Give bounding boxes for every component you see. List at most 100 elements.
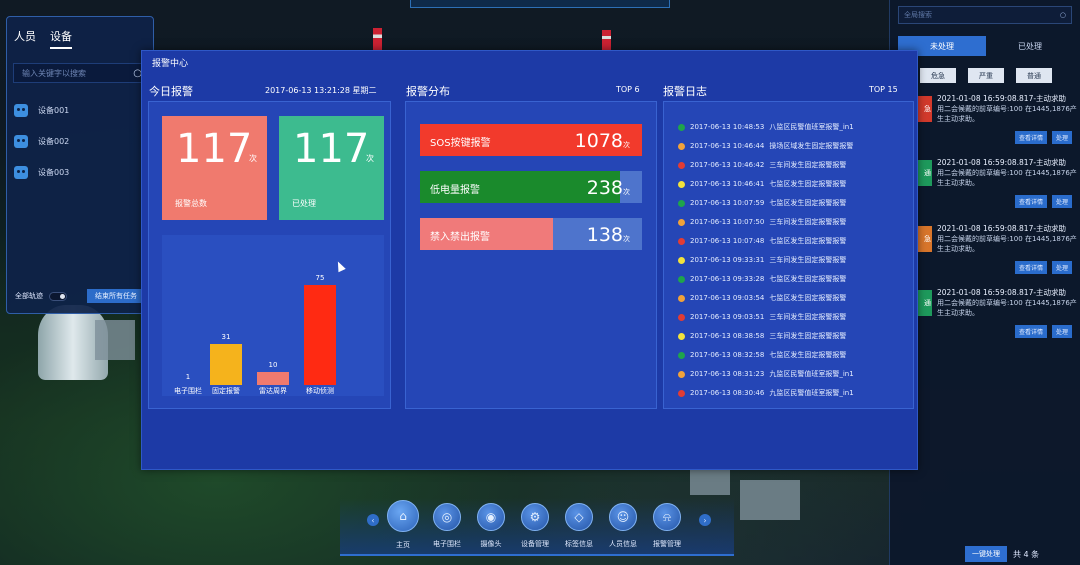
total-count: 共 4 条 [1013, 549, 1040, 559]
alarm-card-text: 2021-01-08 16:59:08.817-主动求助 用二会候戴的前草编号:… [937, 224, 1077, 254]
log-entry[interactable]: 2017-06-13 10:46:44 操场区域发生固定报警报警 [678, 141, 918, 151]
alarm-card-desc: 生主动求助。 [937, 179, 979, 187]
view-detail-button[interactable]: 查看详情 [1014, 325, 1047, 338]
alarm-card-text: 2021-01-08 16:59:08.817-主动求助 用二会候戴的前草编号:… [937, 158, 1077, 188]
log-entry[interactable]: 2017-06-13 09:33:31 三车间发生固定报警报警 [678, 255, 918, 265]
tab-processed[interactable]: 已处理 [986, 36, 1074, 56]
nav-prev-arrow[interactable]: ‹ [367, 514, 379, 526]
distribution-heading: 报警分布 [406, 85, 450, 98]
distribution-bar-label: 禁入禁出报警 [430, 232, 490, 243]
log-entry[interactable]: 2017-06-13 10:46:41 七监区发生固定报警报警 [678, 179, 918, 189]
alarm-card-desc: 用二会候戴的前草编号:100 在1445,1876产 [937, 105, 1077, 113]
log-entry[interactable]: 2017-06-13 10:46:42 三车间发生固定报警报警 [678, 160, 918, 170]
user-icon[interactable]: ☺ [609, 503, 637, 531]
nav-item[interactable]: ⌂ 主页 [387, 500, 419, 550]
nav-item[interactable]: ◉ 摄像头 [476, 503, 506, 550]
view-detail-button[interactable]: 查看详情 [1014, 131, 1047, 144]
device-item[interactable]: 设备002 [7, 126, 153, 157]
status-dot-icon [678, 199, 685, 207]
process-all-button[interactable]: 一键处理 [965, 546, 1007, 562]
handle-button[interactable]: 处理 [1051, 195, 1072, 208]
nav-item[interactable]: ⚙ 设备管理 [520, 503, 550, 550]
distribution-bar-label: 低电量报警 [430, 185, 480, 196]
handle-button[interactable]: 处理 [1051, 131, 1072, 144]
log-entry[interactable]: 2017-06-13 08:38:58 三车间发生固定报警报警 [678, 331, 918, 341]
alarm-card-text: 2021-01-08 16:59:08.817-主动求助 用二会候戴的前草编号:… [937, 94, 1077, 124]
log-time: 2017-06-13 09:33:31 [690, 256, 765, 264]
nav-item[interactable]: ◇ 标签信息 [564, 503, 594, 550]
filter-critical[interactable]: 危急 [920, 68, 956, 83]
target-icon[interactable]: ◎ [433, 503, 461, 531]
alarm-level-badge: 通 [918, 160, 932, 186]
log-entry[interactable]: 2017-06-13 10:07:59 七监区发生固定报警报警 [678, 198, 918, 208]
alarm-handled-card: 117 次 已处理 [279, 116, 384, 220]
bell-icon[interactable]: ⍾ [653, 503, 681, 531]
log-entry[interactable]: 2017-06-13 10:48:53 八监区民警值班室报警_in1 [678, 122, 918, 132]
nav-item[interactable]: ⍾ 报警管理 [652, 503, 682, 550]
gear-icon[interactable]: ⚙ [521, 503, 549, 531]
status-dot-icon [678, 218, 685, 226]
log-entry[interactable]: 2017-06-13 08:32:58 七监区发生固定报警报警 [678, 350, 918, 360]
filter-normal[interactable]: 普通 [1016, 68, 1052, 83]
filter-severe[interactable]: 严重 [968, 68, 1004, 83]
robot-icon [14, 104, 28, 117]
log-entry[interactable]: 2017-06-13 09:03:51 三车间发生固定报警报警 [678, 312, 918, 322]
log-entry[interactable]: 2017-06-13 10:07:50 三车间发生固定报警报警 [678, 217, 918, 227]
view-detail-button[interactable]: 查看详情 [1014, 195, 1047, 208]
alarm-level-badge: 通 [918, 290, 932, 316]
log-text: 三车间发生固定报警报警 [769, 313, 847, 321]
status-dot-icon [678, 313, 685, 321]
log-text: 三车间发生固定报警报警 [769, 161, 847, 169]
log-entry[interactable]: 2017-06-13 08:31:23 九监区民警值班室报警_in1 [678, 369, 918, 379]
left-panel: 人员 设备 输入关键字以搜索 ○ 设备001 设备002 设备003 全部轨迹 … [6, 16, 154, 314]
bar-category-label: 固定报警 [212, 387, 240, 395]
nav-item[interactable]: ☺ 人员信息 [608, 503, 638, 550]
bar-category-label: 移动侦测 [306, 387, 334, 395]
camera-icon[interactable]: ◉ [477, 503, 505, 531]
log-entry[interactable]: 2017-06-13 10:07:48 七监区发生固定报警报警 [678, 236, 918, 246]
global-search-input[interactable]: 全局搜索 ○ [898, 6, 1072, 24]
device-item[interactable]: 设备001 [7, 95, 153, 126]
log-text: 八监区民警值班室报警_in1 [769, 123, 854, 131]
home-icon[interactable]: ⌂ [387, 500, 419, 532]
status-dot-icon [678, 294, 685, 302]
log-entry[interactable]: 2017-06-13 09:03:54 七监区发生固定报警报警 [678, 293, 918, 303]
tab-personnel[interactable]: 人员 [14, 28, 36, 49]
status-dot-icon [678, 351, 685, 359]
nav-label: 报警管理 [653, 540, 681, 548]
device-item[interactable]: 设备003 [7, 157, 153, 188]
distribution-top: TOP 6 [616, 85, 640, 94]
nav-item[interactable]: ◎ 电子围栏 [432, 503, 462, 550]
nav-label: 标签信息 [565, 540, 593, 548]
trajectory-toggle[interactable] [49, 291, 67, 301]
alarm-handled-value: 117 [293, 126, 370, 172]
alarm-card: 急 2021-01-08 16:59:08.817-主动求助 用二会候戴的前草编… [890, 94, 1080, 154]
handle-button[interactable]: 处理 [1051, 261, 1072, 274]
handle-button[interactable]: 处理 [1051, 325, 1072, 338]
log-time: 2017-06-13 10:46:44 [690, 142, 765, 150]
today-datetime: 2017-06-13 13:21:28 星期二 [265, 86, 377, 95]
device-label: 设备001 [38, 106, 70, 115]
tab-devices[interactable]: 设备 [50, 28, 72, 49]
view-detail-button[interactable]: 查看详情 [1014, 261, 1047, 274]
end-all-tasks-button[interactable]: 结束所有任务 [87, 289, 145, 303]
alarm-level-badge: 急 [918, 96, 932, 122]
building [95, 320, 135, 360]
log-top: TOP 15 [869, 85, 898, 94]
bar [257, 371, 289, 385]
status-dot-icon [678, 256, 685, 264]
log-time: 2017-06-13 09:03:54 [690, 294, 765, 302]
alarm-card-desc: 生主动求助。 [937, 309, 979, 317]
tag-icon[interactable]: ◇ [565, 503, 593, 531]
log-entry[interactable]: 2017-06-13 09:33:28 七监区发生固定报警报警 [678, 274, 918, 284]
search-icon[interactable]: ○ [1060, 11, 1066, 19]
nav-next-arrow[interactable]: › [699, 514, 711, 526]
distribution-value-unit: 次 [623, 141, 630, 149]
device-search-input[interactable]: 输入关键字以搜索 ○ [13, 63, 147, 83]
log-entry[interactable]: 2017-06-13 08:30:46 九监区民警值班室报警_in1 [678, 388, 918, 398]
distribution-bar-value: 238次 [587, 177, 630, 199]
log-heading: 报警日志 [663, 85, 707, 98]
alarm-card-desc: 用二会候戴的前草编号:100 在1445,1876产 [937, 235, 1077, 243]
nav-label: 设备管理 [521, 540, 549, 548]
bar-category-label: 雷达周界 [259, 387, 287, 395]
